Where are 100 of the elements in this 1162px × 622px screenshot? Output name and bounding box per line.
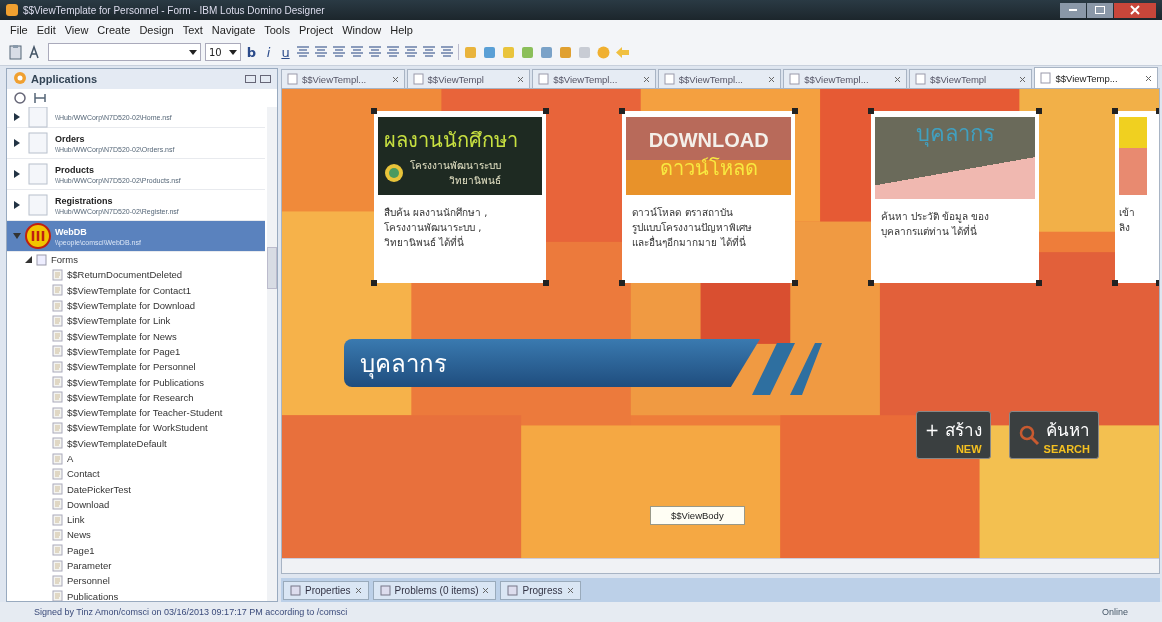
panel-tab[interactable]: Problems (0 items) <box>372 580 497 600</box>
expand-icon[interactable] <box>13 139 21 147</box>
close-icon[interactable] <box>566 586 574 594</box>
tree-item[interactable]: Personnel <box>7 573 265 589</box>
form-icon <box>789 73 801 85</box>
search-icon <box>1017 424 1040 446</box>
panel-tab[interactable]: Properties <box>283 580 369 600</box>
close-icon[interactable] <box>1145 74 1153 82</box>
panel-tab[interactable]: Progress <box>500 580 581 600</box>
close-icon[interactable] <box>893 75 901 83</box>
expand-icon[interactable] <box>13 113 21 121</box>
align-icon[interactable] <box>314 45 328 59</box>
close-icon[interactable] <box>354 586 362 594</box>
tree-item[interactable]: $$ViewTemplate for Download <box>7 297 265 314</box>
tree-item[interactable]: Link <box>7 512 265 528</box>
expand-icon[interactable] <box>25 256 32 264</box>
tree-icon[interactable] <box>33 91 47 105</box>
editor-tab[interactable]: $$ViewTempl... <box>532 69 656 88</box>
font-size-dropdown[interactable]: 10 <box>205 43 241 61</box>
app-icon <box>6 4 18 16</box>
card-description: ค้นหา ประวัติ ข้อมูล ของ บุคลากรแต่ท่าน ได้ที่นี่ <box>879 210 991 239</box>
editor-tab[interactable]: $$ViewTemp... <box>1034 67 1159 88</box>
status-text: Signed by Tinz Amon/comsci on 03/16/2013 09:17:17 PM according to /comsci <box>34 607 348 617</box>
maximize-button[interactable] <box>1087 2 1113 18</box>
editor-tab[interactable]: $$ViewTempl <box>908 69 1033 88</box>
tree-item[interactable]: $$ViewTemplate for Publications <box>7 374 265 390</box>
tree-item[interactable]: Contact <box>7 466 265 482</box>
align-icon[interactable] <box>440 45 454 59</box>
tree-item[interactable]: News <box>7 527 265 543</box>
banner-subtitle: ดาวน์โหลด <box>659 154 758 182</box>
format-button[interactable]: u <box>279 44 292 60</box>
editor-tab[interactable]: $$ViewTempl... <box>657 69 782 88</box>
scrollbar[interactable] <box>282 558 1159 573</box>
form-icon <box>52 376 63 388</box>
menu-item[interactable]: Edit <box>36 23 56 36</box>
align-icon[interactable] <box>350 45 364 59</box>
section-banner: บุคลากร <box>344 339 760 387</box>
clipboard-icon[interactable] <box>8 44 24 60</box>
expand-icon[interactable] <box>13 170 21 178</box>
menu-item[interactable]: Create <box>97 23 131 36</box>
editor-tab[interactable]: $$ViewTempl... <box>783 69 907 88</box>
format-button[interactable]: b <box>245 44 258 60</box>
align-icon[interactable] <box>404 45 418 59</box>
tree-item[interactable]: Parameter <box>7 557 265 574</box>
align-icon[interactable] <box>422 45 436 59</box>
tree-item[interactable]: $$ViewTemplate for Link <box>7 313 265 329</box>
tree-item[interactable]: $$ViewTemplate for WorkStudent <box>7 420 265 436</box>
tool-icon[interactable] <box>520 44 535 60</box>
form-icon <box>52 513 63 526</box>
menu-item[interactable]: Tools <box>264 23 290 36</box>
close-icon[interactable] <box>482 586 490 594</box>
tree-item[interactable]: $$ViewTemplate for News <box>7 328 265 344</box>
tree-item[interactable]: $$ViewTemplate for Personnel <box>7 359 265 375</box>
minimize-button[interactable] <box>1060 2 1086 18</box>
menu-item[interactable]: Window <box>342 23 382 36</box>
tree-item[interactable]: DatePickerTest <box>7 481 265 497</box>
close-icon[interactable] <box>391 75 399 83</box>
align-icon[interactable] <box>386 45 400 59</box>
application-name: Products <box>55 164 95 175</box>
tree-item[interactable]: Page1 <box>7 542 265 558</box>
menu-item[interactable]: Help <box>390 23 413 36</box>
tree-item[interactable]: $$ReturnDocumentDeleted <box>7 267 265 283</box>
online-status[interactable]: Online <box>1102 607 1128 617</box>
align-icon[interactable] <box>368 45 382 59</box>
menu-item[interactable]: Text <box>182 23 203 36</box>
tree-item[interactable]: Forms <box>7 252 265 268</box>
tree-item[interactable]: $$ViewTemplate for Teacher-Student <box>7 404 265 421</box>
editor-tab[interactable]: $$ViewTempl... <box>281 69 405 88</box>
tool-icon[interactable] <box>558 44 573 60</box>
align-icon[interactable] <box>296 45 310 59</box>
close-button[interactable] <box>1114 2 1156 18</box>
menu-item[interactable]: Navigate <box>211 23 256 36</box>
canvas-button[interactable]: + สร้าง NEW <box>915 411 991 459</box>
form-icon <box>663 73 675 85</box>
close-icon[interactable] <box>768 75 776 83</box>
form-icon <box>52 452 63 465</box>
tree-item[interactable]: Publications <box>7 588 265 601</box>
editor-tab[interactable]: $$ViewTempl <box>406 69 531 88</box>
tool-icon[interactable] <box>539 44 554 60</box>
form-icon <box>52 360 63 373</box>
tree-item[interactable]: $$ViewTemplate for Page1 <box>7 343 265 360</box>
tree-item[interactable]: Download <box>7 496 265 513</box>
menu-item[interactable]: View <box>64 23 89 36</box>
menu-item[interactable]: Project <box>298 23 334 36</box>
expand-icon[interactable] <box>13 201 21 209</box>
tree-item[interactable]: $$ViewTemplate for Research <box>7 389 265 405</box>
database-icon <box>25 223 51 249</box>
canvas-button[interactable]: ค้นหา SEARCH <box>1008 411 1099 459</box>
align-icon[interactable] <box>332 45 346 59</box>
menu-item[interactable]: File <box>10 23 28 36</box>
menu-item[interactable]: Design <box>139 23 174 36</box>
tree-item[interactable]: $$ViewTemplate for Contact1 <box>7 282 265 298</box>
scrollbar[interactable] <box>267 107 277 601</box>
tree-item[interactable]: $$ViewTemplateDefault <box>7 435 265 451</box>
close-icon[interactable] <box>517 75 525 83</box>
close-icon[interactable] <box>1019 75 1027 83</box>
format-button[interactable]: i <box>262 44 275 60</box>
close-icon[interactable] <box>642 75 650 83</box>
tool-icon[interactable] <box>482 44 497 60</box>
tree-item[interactable]: A <box>7 450 265 467</box>
